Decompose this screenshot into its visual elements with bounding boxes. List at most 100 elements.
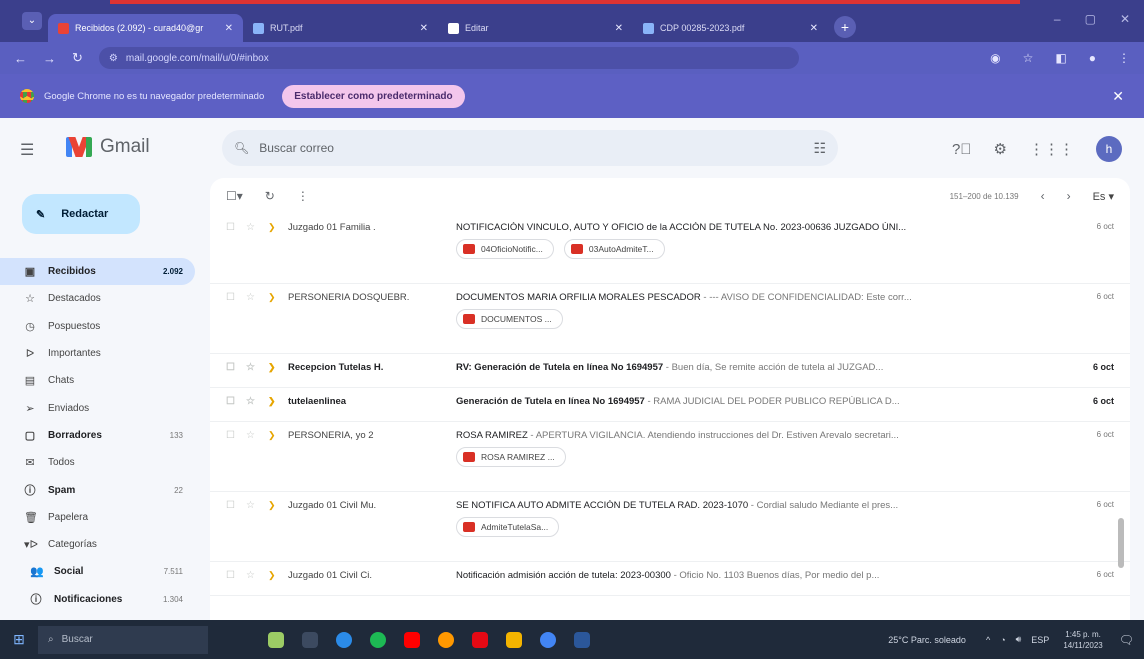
- sidebar-panel-icon[interactable]: ◧: [1055, 51, 1066, 65]
- star-icon[interactable]: ☆: [246, 570, 258, 595]
- attachment-chip[interactable]: DOCUMENTOS ...: [456, 309, 563, 329]
- notifications-icon[interactable]: 🗨︎: [1119, 633, 1134, 647]
- star-icon[interactable]: ☆: [246, 430, 258, 491]
- tab-search-icon[interactable]: ⌄: [22, 12, 42, 30]
- email-row[interactable]: ☐ ☆ ❯ PERSONERIA DOSQUEBR. DOCUMENTOS MARIA …: [210, 284, 1130, 354]
- sidebar-item-destacados[interactable]: ☆ Destacados: [0, 285, 195, 312]
- close-window-icon[interactable]: ✕: [1120, 12, 1130, 26]
- volume-icon[interactable]: 🔊︎: [1016, 634, 1022, 645]
- attachment-chip[interactable]: AdmiteTutelaSa...: [456, 517, 560, 537]
- email-checkbox[interactable]: ☐: [226, 500, 238, 561]
- browser-tab[interactable]: Recibidos (2.092) - curad40@gr ✕: [48, 14, 243, 42]
- email-row[interactable]: ☐ ☆ ❯ Juzgado 01 Civil Ci. Notificación admi…: [210, 562, 1130, 596]
- compose-button[interactable]: ✎ Redactar: [22, 194, 140, 234]
- netflix-icon[interactable]: [472, 631, 488, 648]
- star-icon[interactable]: ☆: [246, 362, 258, 387]
- word-icon[interactable]: [574, 631, 590, 648]
- email-checkbox[interactable]: ☐: [226, 430, 238, 491]
- attachment-chip[interactable]: 04OficioNotific...: [456, 239, 554, 259]
- scrollbar-thumb[interactable]: [1118, 518, 1124, 568]
- tab-close-icon[interactable]: ✕: [615, 23, 623, 34]
- attachment-chip[interactable]: ROSA RAMIREZ ...: [456, 447, 566, 467]
- tab-close-icon[interactable]: ✕: [810, 23, 818, 34]
- sidebar-item-social[interactable]: 👥 Social 7.511: [0, 558, 195, 585]
- forward-icon[interactable]: →: [43, 51, 56, 66]
- star-icon[interactable]: ☆: [246, 396, 258, 421]
- select-all-checkbox[interactable]: ☐▾: [226, 189, 243, 203]
- star-icon[interactable]: ☆: [246, 292, 258, 353]
- email-checkbox[interactable]: ☐: [226, 396, 238, 421]
- tab-close-icon[interactable]: ✕: [420, 23, 428, 34]
- reload-icon[interactable]: ↻: [72, 50, 83, 66]
- email-checkbox[interactable]: ☐: [226, 570, 238, 595]
- windows-start-icon[interactable]: ⊞: [0, 631, 38, 648]
- keyboard-language[interactable]: ESP: [1031, 635, 1049, 645]
- refresh-icon[interactable]: ↻: [265, 189, 275, 203]
- bookmark-star-icon[interactable]: ☆: [1023, 51, 1034, 65]
- network-icon[interactable]: ◔: [1000, 635, 1005, 645]
- widgets-icon[interactable]: [268, 631, 284, 648]
- next-page-icon[interactable]: ›: [1067, 189, 1071, 203]
- tray-chevron-icon[interactable]: ^: [986, 635, 990, 645]
- previous-page-icon[interactable]: ‹: [1041, 189, 1045, 203]
- important-marker-icon[interactable]: ❯: [268, 430, 280, 491]
- main-menu-icon[interactable]: ☰: [20, 140, 34, 160]
- important-marker-icon[interactable]: ❯: [268, 362, 280, 387]
- sidebar-item-pospuestos[interactable]: ◷ Pospuestos: [0, 313, 195, 340]
- infobar-close-icon[interactable]: ✕: [1112, 88, 1124, 105]
- sidebar-item-spam[interactable]: ⓘ Spam 22: [0, 476, 195, 503]
- important-marker-icon[interactable]: ❯: [268, 570, 280, 595]
- settings-gear-icon[interactable]: ⚙: [994, 140, 1007, 158]
- email-checkbox[interactable]: ☐: [226, 292, 238, 353]
- account-avatar[interactable]: h: [1096, 136, 1122, 162]
- sidebar-item-papelera[interactable]: 🗑 Papelera: [0, 504, 195, 531]
- spotify-icon[interactable]: [370, 631, 386, 648]
- important-marker-icon[interactable]: ❯: [268, 500, 280, 561]
- sidebar-item-notificaciones[interactable]: ⓘ Notificaciones 1.304: [0, 586, 195, 613]
- browser-tab[interactable]: Editar ✕: [438, 14, 633, 42]
- search-mail-input[interactable]: 🔍︎ Buscar correo ☷: [222, 130, 838, 166]
- task-view-icon[interactable]: [302, 631, 318, 648]
- attachment-chip[interactable]: 03AutoAdmiteT...: [563, 239, 665, 259]
- email-row[interactable]: ☐ ☆ ❯ tutelaenlinea Generación de Tutela en …: [210, 388, 1130, 422]
- sidebar-item-todos[interactable]: ✉ Todos: [0, 449, 195, 476]
- search-options-icon[interactable]: ☷: [813, 140, 826, 157]
- important-marker-icon[interactable]: ❯: [268, 292, 280, 353]
- tab-close-icon[interactable]: ✕: [225, 23, 233, 34]
- email-row[interactable]: ☐ ☆ ❯ Juzgado 01 Familia . NOTIFICACIÓN VINC…: [210, 214, 1130, 284]
- email-row[interactable]: ☐ ☆ ❯ PERSONERIA, yo 2 ROSA RAMIREZ - APERTU…: [210, 422, 1130, 492]
- sidebar-item-categorias[interactable]: ▾ᐅ Categorías: [0, 531, 195, 558]
- chrome-menu-icon[interactable]: ⋮: [1118, 51, 1130, 65]
- browser-tab[interactable]: RUT.pdf ✕: [243, 14, 438, 42]
- star-icon[interactable]: ☆: [246, 500, 258, 561]
- email-checkbox[interactable]: ☐: [226, 362, 238, 387]
- help-icon[interactable]: ?⃝: [952, 141, 972, 158]
- back-icon[interactable]: ←: [14, 51, 27, 66]
- sidebar-item-enviados[interactable]: ➢ Enviados: [0, 394, 195, 421]
- apps-grid-icon[interactable]: ⋮⋮⋮: [1029, 140, 1074, 158]
- maximize-icon[interactable]: ▢: [1085, 12, 1096, 26]
- important-marker-icon[interactable]: ❯: [268, 222, 280, 283]
- extension-icon[interactable]: ◉: [990, 51, 1000, 65]
- profile-icon[interactable]: ●: [1089, 51, 1096, 65]
- weather-widget[interactable]: 25°C Parc. soleado: [888, 635, 966, 645]
- email-row[interactable]: ☐ ☆ ❯ Recepcion Tutelas H. RV: Generación de…: [210, 354, 1130, 388]
- set-default-button[interactable]: Establecer como predeterminado: [282, 84, 465, 108]
- email-checkbox[interactable]: ☐: [226, 222, 238, 283]
- more-options-icon[interactable]: ⋮: [297, 189, 309, 203]
- taskbar-search[interactable]: ⌕ Buscar: [38, 625, 208, 654]
- sidebar-item-recibidos[interactable]: ▣ Recibidos 2.092: [0, 258, 195, 286]
- search-icon[interactable]: 🔍︎: [234, 141, 249, 155]
- sidebar-item-importantes[interactable]: ᐅ Importantes: [0, 340, 195, 367]
- taskbar-clock[interactable]: 1:45 p. m. 14/11/2023: [1063, 629, 1102, 651]
- edge-icon[interactable]: [336, 631, 352, 648]
- gmail-logo[interactable]: Gmail: [66, 136, 150, 158]
- minimize-icon[interactable]: –: [1054, 12, 1061, 26]
- sidebar-item-borradores[interactable]: ▢ Borradores 133: [0, 422, 195, 449]
- chrome-icon[interactable]: [540, 631, 556, 648]
- browser-tab[interactable]: CDP 00285-2023.pdf ✕: [633, 14, 828, 42]
- firefox-icon[interactable]: [438, 631, 454, 648]
- youtube-icon[interactable]: [404, 631, 420, 648]
- site-info-icon[interactable]: ⚙: [109, 53, 118, 64]
- input-language-select[interactable]: Es ▾: [1093, 190, 1114, 203]
